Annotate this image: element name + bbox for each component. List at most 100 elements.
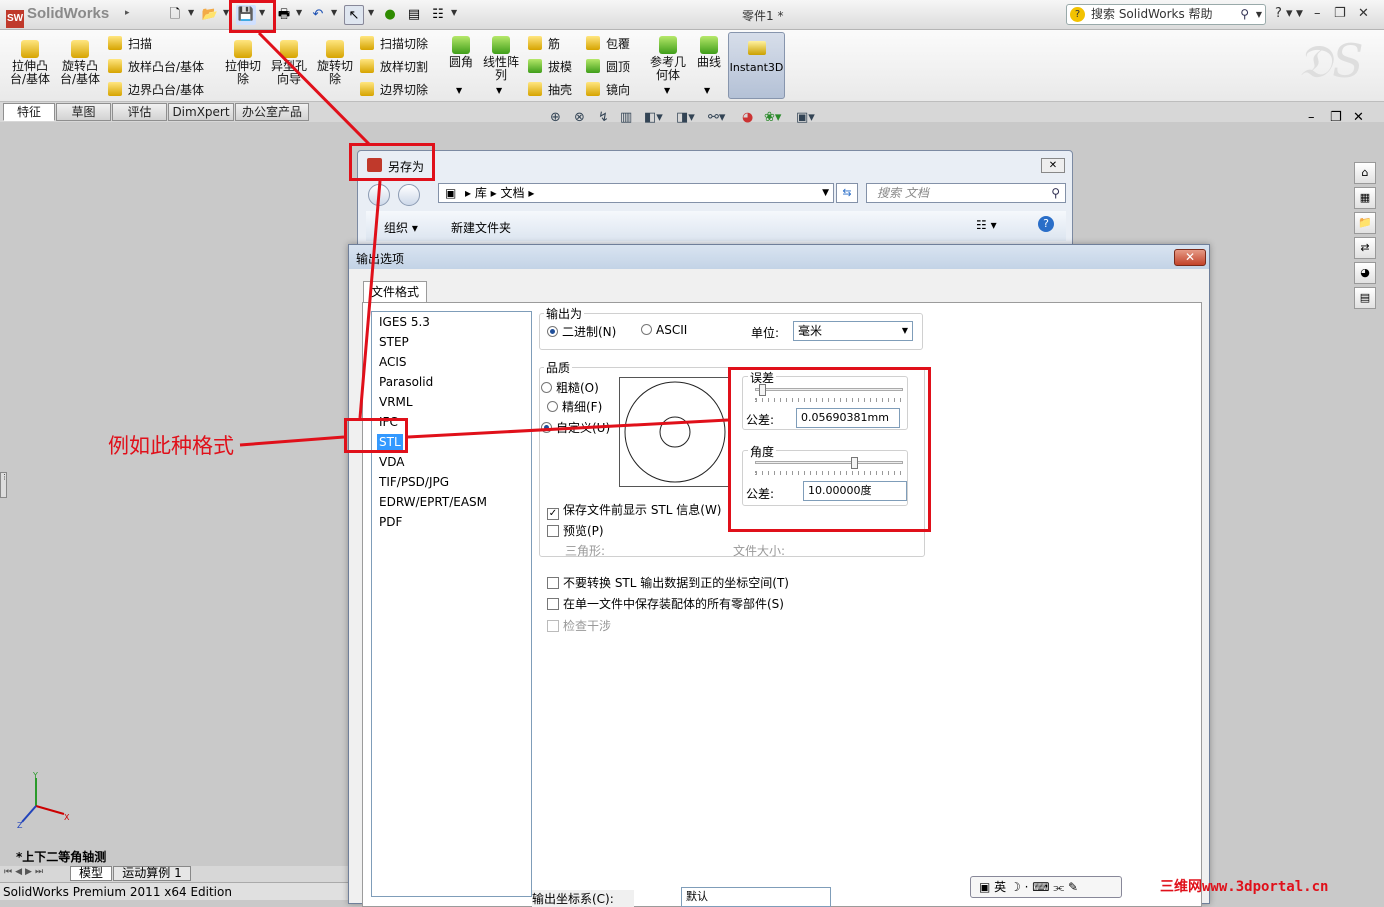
- ascii-radio[interactable]: ASCII: [641, 323, 687, 337]
- chevron-down-icon[interactable]: ▼: [188, 8, 194, 17]
- forward-button[interactable]: [398, 184, 420, 206]
- chevron-down-icon[interactable]: ▼: [1296, 9, 1303, 19]
- tab-file-format[interactable]: 文件格式: [363, 281, 427, 303]
- close-icon[interactable]: ✕: [1358, 6, 1369, 21]
- unit-select[interactable]: 毫米 ▼: [793, 321, 913, 341]
- back-button[interactable]: [368, 184, 390, 206]
- tab-evaluate[interactable]: 评估: [112, 103, 167, 121]
- doc-close-icon[interactable]: ✕: [1353, 110, 1364, 125]
- check-interference-checkbox[interactable]: 检查干涉: [547, 617, 611, 634]
- boundary-boss-button[interactable]: 边界凸台/基体: [108, 81, 204, 98]
- lofted-cut-button[interactable]: 放样切割: [360, 58, 428, 75]
- chevron-down-icon[interactable]: ▼: [496, 86, 502, 95]
- view-palette-icon[interactable]: ⇄: [1354, 237, 1376, 259]
- chevron-down-icon[interactable]: ▼: [704, 86, 710, 95]
- linear-pattern-button[interactable]: 线性阵 列: [482, 36, 520, 82]
- open-folder-icon[interactable]: 📂: [200, 5, 220, 25]
- single-file-checkbox[interactable]: 在单一文件中保存装配体的所有零部件(S): [547, 595, 784, 612]
- zoom-to-fit-icon[interactable]: ⊕: [550, 110, 561, 125]
- print-icon[interactable]: 🖶: [274, 5, 294, 25]
- zoom-to-area-icon[interactable]: ⊗: [574, 110, 585, 125]
- chevron-down-icon[interactable]: ▼: [451, 8, 457, 17]
- export-close-button[interactable]: ✕: [1174, 249, 1206, 266]
- tab-sketch[interactable]: 草图: [56, 103, 111, 121]
- reference-geometry-button[interactable]: 参考几 何体: [646, 36, 690, 82]
- list-item[interactable]: VRML: [377, 394, 415, 410]
- organize-menu[interactable]: 组织 ▾: [384, 219, 418, 236]
- output-coordinate-select[interactable]: 默认: [681, 887, 831, 907]
- refresh-icon[interactable]: ⇆: [836, 183, 858, 203]
- chevron-down-icon[interactable]: ▼: [1256, 5, 1262, 24]
- options-icon[interactable]: ☷: [428, 5, 448, 25]
- save-as-close-button[interactable]: ✕: [1041, 158, 1065, 173]
- list-item[interactable]: ACIS: [377, 354, 409, 370]
- doc-restore-icon[interactable]: ❐: [1330, 110, 1342, 125]
- undo-icon[interactable]: ↶: [308, 5, 328, 25]
- file-explorer-icon[interactable]: 📁: [1354, 212, 1376, 234]
- sweep-button[interactable]: 扫描: [108, 35, 152, 52]
- list-item[interactable]: Parasolid: [377, 374, 435, 390]
- logo-arrow-icon[interactable]: ▸: [125, 8, 130, 18]
- mirror-button[interactable]: 镜向: [586, 81, 630, 98]
- rebuild-traffic-light-icon[interactable]: ●: [380, 5, 400, 25]
- tab-motion-study[interactable]: 运动算例 1: [113, 866, 191, 881]
- restore-icon[interactable]: ❐: [1334, 6, 1346, 21]
- ime-language[interactable]: 英: [994, 880, 1006, 894]
- display-style-icon[interactable]: ◨▾: [676, 110, 695, 125]
- ime-options-icon[interactable]: ☽ · ⌨ ⫘ ✎: [1010, 880, 1078, 894]
- address-bar[interactable]: ▣ ▸ 库 ▸ 文档 ▸ ▼: [438, 183, 834, 203]
- view-options-icon[interactable]: ☷ ▾: [976, 218, 997, 232]
- swept-cut-button[interactable]: 扫描切除: [360, 35, 428, 52]
- binary-radio[interactable]: 二进制(N): [547, 323, 616, 340]
- chevron-down-icon[interactable]: ▼: [456, 86, 462, 95]
- ime-logo-icon[interactable]: ▣: [979, 880, 990, 894]
- no-translate-checkbox[interactable]: 不要转换 STL 输出数据到正的坐标空间(T): [547, 574, 789, 591]
- extrude-boss-button[interactable]: 拉伸凸 台/基体: [8, 40, 52, 86]
- tab-office-products[interactable]: 办公室产品: [235, 103, 309, 121]
- loft-button[interactable]: 放样凸台/基体: [108, 58, 204, 75]
- hide-show-items-icon[interactable]: ⚯▾: [708, 110, 725, 125]
- help-icon[interactable]: ?: [1038, 216, 1054, 232]
- view-settings-icon[interactable]: ▣▾: [796, 110, 815, 125]
- extrude-cut-button[interactable]: 拉伸切 除: [222, 40, 264, 86]
- breadcrumb-documents[interactable]: 文档: [501, 186, 525, 200]
- instant3d-button[interactable]: Instant3D: [728, 32, 785, 99]
- section-view-icon[interactable]: ▥: [620, 110, 632, 125]
- home-icon[interactable]: ⌂: [1354, 162, 1376, 184]
- boundary-cut-button[interactable]: 边界切除: [360, 81, 428, 98]
- file-properties-icon[interactable]: ▤: [404, 5, 424, 25]
- tab-scroll-arrows-icon[interactable]: ⏮◀▶⏭: [4, 867, 46, 877]
- help-menu-icon[interactable]: ? ▾: [1275, 6, 1293, 21]
- panel-collapse-handle[interactable]: ⋮: [0, 472, 8, 498]
- chevron-down-icon[interactable]: ▼: [902, 322, 908, 340]
- appearances-icon[interactable]: ◕: [1354, 262, 1376, 284]
- list-item[interactable]: EDRW/EPRT/EASM: [377, 494, 489, 510]
- tab-features[interactable]: 特征: [3, 103, 55, 121]
- preview-checkbox[interactable]: 预览(P): [547, 522, 604, 539]
- chevron-down-icon[interactable]: ▼: [664, 86, 670, 95]
- new-document-icon[interactable]: 🗋: [165, 5, 185, 25]
- previous-view-icon[interactable]: ↯: [598, 110, 609, 125]
- list-item[interactable]: TIF/PSD/JPG: [377, 474, 451, 490]
- doc-minimize-icon[interactable]: –: [1308, 110, 1315, 125]
- rib-button[interactable]: 筋: [528, 35, 560, 52]
- custom-radio[interactable]: 自定义(U): [541, 419, 610, 436]
- new-folder-button[interactable]: 新建文件夹: [451, 219, 511, 236]
- chevron-down-icon[interactable]: ▼: [822, 184, 829, 202]
- format-list[interactable]: IGES 5.3 STEP ACIS Parasolid VRML IFC ST…: [371, 311, 532, 897]
- custom-properties-icon[interactable]: ▤: [1354, 287, 1376, 309]
- revolve-boss-button[interactable]: 旋转凸 台/基体: [58, 40, 102, 86]
- edit-appearance-icon[interactable]: ◕: [742, 110, 753, 125]
- chevron-down-icon[interactable]: ▼: [331, 8, 337, 17]
- view-orientation-icon[interactable]: ◧▾: [644, 110, 663, 125]
- breadcrumb-library[interactable]: 库: [475, 186, 487, 200]
- list-item[interactable]: IGES 5.3: [377, 314, 432, 330]
- select-pointer-icon[interactable]: ↖: [344, 5, 364, 25]
- fillet-button[interactable]: 圆角: [446, 36, 476, 69]
- show-stl-info-checkbox[interactable]: ✓ 保存文件前显示 STL 信息(W): [547, 501, 722, 520]
- revolve-cut-button[interactable]: 旋转切 除: [314, 40, 356, 86]
- dome-button[interactable]: 圆顶: [586, 58, 630, 75]
- apply-scene-icon[interactable]: ❀▾: [764, 110, 781, 125]
- shell-button[interactable]: 抽壳: [528, 81, 572, 98]
- fine-radio[interactable]: 精细(F): [547, 398, 602, 415]
